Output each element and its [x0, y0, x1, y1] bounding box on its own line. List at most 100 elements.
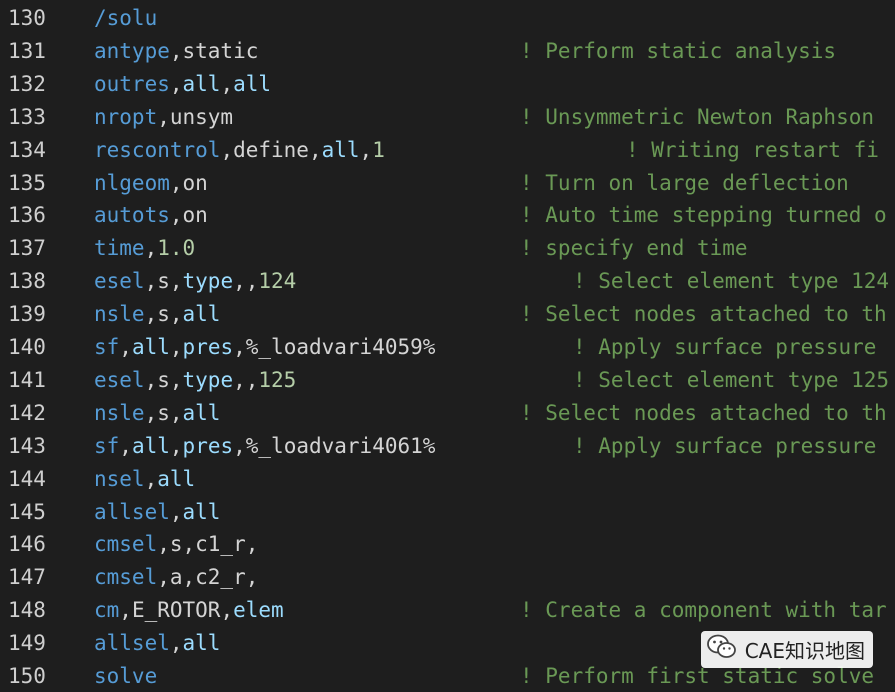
code-token: ,%_loadvari4059%: [233, 335, 436, 359]
code-token: ,%_loadvari4061%: [233, 433, 436, 458]
code-line[interactable]: 148 cm,E_ROTOR,elem ! Create a component w…: [0, 594, 895, 627]
code-text: sf,all,pres,%_loadvari4059%: [94, 331, 435, 364]
code-token: all: [182, 302, 221, 327]
code-token: ,unsym: [157, 104, 234, 129]
line-number: 130: [8, 6, 46, 30]
code-token: ,: [359, 137, 373, 162]
code-token: ,on: [169, 170, 208, 195]
code-text: esel,s,type,,125: [94, 364, 296, 397]
code-text: cm,E_ROTOR,elem: [94, 594, 284, 627]
code-token: ,: [169, 499, 183, 524]
code-line[interactable]: 142 nsle,s,all ! Select nodes attached to …: [0, 397, 895, 430]
code-line[interactable]: 146 cmsel,s,c1_r,: [0, 528, 895, 561]
code-line[interactable]: 139 nsle,s,all ! Select nodes attached to …: [0, 298, 895, 331]
code-token: ,define,: [220, 137, 322, 162]
code-token: ,: [220, 71, 234, 96]
code-text: nsle,s,all: [94, 298, 220, 331]
code-token: sf: [94, 433, 120, 458]
code-token: ,,: [233, 367, 259, 392]
code-token: nlgeom: [94, 170, 170, 195]
code-token: outres: [94, 71, 170, 96]
line-number: 146: [8, 532, 46, 557]
code-token: rescontrol: [94, 137, 221, 162]
code-line[interactable]: 136 autots,on ! Auto time stepping turned …: [0, 199, 895, 232]
code-line[interactable]: 138 esel,s,type,,124 ! Select element type…: [0, 265, 895, 298]
watermark: CAE知识地图: [700, 631, 873, 668]
code-token: nropt: [94, 104, 158, 129]
code-token: ,: [169, 71, 183, 96]
code-text: nropt,unsym: [94, 101, 233, 134]
code-line[interactable]: 134 rescontrol,define,all,1 ! Writing rest…: [0, 134, 895, 167]
code-line[interactable]: 145 allsel,all: [0, 496, 895, 529]
code-token: solve: [94, 664, 158, 688]
code-comment: ! Apply surface pressure: [573, 335, 877, 359]
code-comment: ! Unsymmetric Newton Raphson: [520, 104, 875, 129]
code-token: nsel: [94, 466, 145, 491]
code-token: all: [321, 137, 360, 162]
code-text: nlgeom,on: [94, 167, 208, 200]
code-token: /solu: [94, 6, 158, 30]
code-comment: ! Select nodes attached to th: [520, 400, 887, 425]
line-number: 141: [8, 367, 46, 392]
code-comment: ! Select element type 125: [573, 367, 890, 392]
code-comment: ! Apply surface pressure: [573, 433, 877, 458]
code-line[interactable]: 143 sf,all,pres,%_loadvari4061%! Apply su…: [0, 430, 895, 463]
code-token: ,: [144, 466, 158, 491]
code-token: type: [182, 367, 234, 392]
code-token: ,a,c2_r,: [157, 565, 259, 590]
line-number: 150: [8, 664, 46, 688]
code-line[interactable]: 144 nsel,all: [0, 463, 895, 496]
code-token: ,: [119, 335, 132, 359]
code-token: all: [131, 433, 170, 458]
line-number: 139: [8, 302, 46, 327]
line-number: 143: [8, 433, 46, 458]
code-line[interactable]: 140 sf,all,pres,%_loadvari4059%! Apply su…: [0, 331, 895, 364]
code-token: all: [131, 335, 170, 359]
code-line[interactable]: 137 time,1.0 ! specify end time: [0, 232, 895, 265]
code-token: time: [94, 236, 145, 261]
code-token: pres: [182, 433, 234, 458]
code-line[interactable]: 133 nropt,unsym ! Unsymmetric Newton Raphs…: [0, 101, 895, 134]
code-comment: ! Auto time stepping turned o: [520, 203, 887, 228]
code-token: 124: [258, 269, 297, 294]
code-token: type: [182, 269, 234, 294]
code-text: outres,all,all: [94, 68, 271, 101]
code-token: ,s,: [144, 367, 183, 392]
line-number: 147: [8, 565, 46, 590]
code-line[interactable]: 147 cmsel,a,c2_r,: [0, 561, 895, 594]
code-comment: ! Writing restart fi: [626, 137, 879, 162]
code-token: all: [233, 71, 272, 96]
line-number: 133: [8, 104, 46, 129]
code-token: antype: [94, 38, 170, 63]
code-token: ,s,c1_r,: [157, 532, 259, 557]
code-token: all: [157, 466, 196, 491]
line-number: 144: [8, 466, 46, 491]
code-token: esel: [94, 269, 145, 294]
code-comment: ! Select nodes attached to th: [520, 302, 887, 327]
code-token: autots: [94, 203, 170, 228]
line-number: 137: [8, 236, 46, 261]
line-number: 135: [8, 170, 46, 195]
code-line[interactable]: 135 nlgeom,on ! Turn on large deflection: [0, 167, 895, 200]
code-text: cmsel,s,c1_r,: [94, 528, 258, 561]
code-line[interactable]: 132 outres,all,all: [0, 68, 895, 101]
code-text: nsel,all: [94, 463, 195, 496]
code-editor[interactable]: 130/solu 131 antype,static ! Perform static…: [0, 0, 895, 692]
code-line[interactable]: 141 esel,s,type,,125 ! Select element type…: [0, 364, 895, 397]
code-token: ,E_ROTOR,: [119, 598, 234, 623]
line-number: 149: [8, 631, 46, 656]
code-text: rescontrol,define,all,1: [94, 134, 385, 167]
code-token: 125: [258, 367, 297, 392]
code-line[interactable]: 131 antype,static ! Perform static analysi…: [0, 35, 895, 68]
code-token: ,: [119, 433, 132, 458]
line-number: 134: [8, 137, 46, 162]
code-token: all: [182, 400, 221, 425]
code-token: nsle: [94, 400, 145, 425]
code-text: solve: [94, 660, 157, 692]
code-text: autots,on: [94, 199, 208, 232]
code-text: antype,static: [94, 35, 258, 68]
code-token: ,s,: [144, 302, 183, 327]
code-comment: ! specify end time: [520, 236, 748, 261]
code-token: ,: [169, 631, 183, 656]
code-line[interactable]: 130/solu: [0, 2, 895, 35]
